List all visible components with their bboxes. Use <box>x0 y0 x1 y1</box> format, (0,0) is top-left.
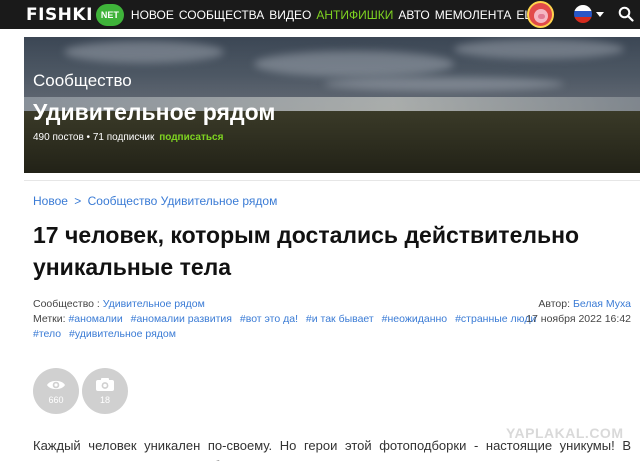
views-counter: 660 <box>33 368 79 414</box>
nav-item-memolenta[interactable]: МЕМОЛЕНТА <box>435 8 512 22</box>
top-navigation-bar: FISHKI NET НОВОЕ СООБЩЕСТВА ВИДЕО АНТИФИ… <box>0 0 640 29</box>
main-nav: НОВОЕ СООБЩЕСТВА ВИДЕО АНТИФИШКИ АВТО МЕ… <box>131 8 549 22</box>
site-logo[interactable]: FISHKI NET <box>26 3 124 26</box>
community-banner: Сообщество Удивительное рядом 490 постов… <box>24 37 640 173</box>
tag-link[interactable]: #неожиданно <box>382 313 448 325</box>
russian-flag-icon[interactable] <box>574 5 592 23</box>
author-info: Автор: Белая Муха <box>538 298 631 310</box>
publish-date: 17 ноября 2022 16:42 <box>526 313 631 325</box>
logo-text: FISHKI <box>26 4 93 25</box>
nav-item-video[interactable]: ВИДЕО <box>269 8 311 22</box>
community-stats: 490 постов • 71 подписчик подписаться <box>33 132 223 143</box>
breadcrumb-separator: > <box>74 194 82 208</box>
nav-item-auto[interactable]: АВТО <box>398 8 429 22</box>
nav-item-communities[interactable]: СООБЩЕСТВА <box>179 8 264 22</box>
community-link[interactable]: Удивительное рядом <box>103 298 205 310</box>
breadcrumb: Новое > Сообщество Удивительное рядом <box>33 194 277 208</box>
tag-link[interactable]: #аномалии развития <box>131 313 232 325</box>
subscribe-link[interactable]: подписаться <box>159 132 223 143</box>
photos-count: 18 <box>99 395 110 405</box>
photos-counter: 18 <box>82 368 128 414</box>
views-count: 660 <box>48 394 64 405</box>
article-stats: 660 18 <box>33 368 131 414</box>
article-title: 17 человек, которым достались действител… <box>33 222 580 280</box>
camera-icon <box>96 378 114 391</box>
tag-link[interactable]: #вот это да! <box>240 313 298 325</box>
article-meta: Сообщество : Удивительное рядом Автор: Б… <box>33 298 631 343</box>
article-lead-text: Каждый человек уникален по-своему. Но ге… <box>33 438 631 461</box>
logo-badge: NET <box>95 3 124 26</box>
author-label: Автор: <box>538 298 571 310</box>
author-link[interactable]: Белая Муха <box>573 298 631 310</box>
breadcrumb-home[interactable]: Новое <box>33 194 68 208</box>
eye-icon <box>47 380 65 389</box>
community-label: Сообщество : <box>33 298 100 310</box>
nav-item-new[interactable]: НОВОЕ <box>131 8 174 22</box>
tags-label: Метки: <box>33 313 66 325</box>
avatar-icon[interactable] <box>527 1 554 28</box>
search-icon[interactable] <box>618 6 634 22</box>
chevron-down-icon[interactable] <box>596 12 604 17</box>
tag-link[interactable]: #аномалии <box>68 313 122 325</box>
banner-kicker: Сообщество <box>33 71 132 90</box>
nav-item-antifishki[interactable]: АНТИФИШКИ <box>316 8 393 22</box>
community-title[interactable]: Удивительное рядом <box>33 99 275 126</box>
tag-link[interactable]: #и так бывает <box>306 313 374 325</box>
tag-link[interactable]: #странные люди <box>455 313 536 325</box>
breadcrumb-community[interactable]: Сообщество Удивительное рядом <box>88 194 278 208</box>
tag-link[interactable]: #удивительное рядом <box>69 328 176 340</box>
article: Новое > Сообщество Удивительное рядом 17… <box>24 180 640 461</box>
tag-link[interactable]: #тело <box>33 328 61 340</box>
community-counts: 490 постов • 71 подписчик <box>33 132 155 143</box>
